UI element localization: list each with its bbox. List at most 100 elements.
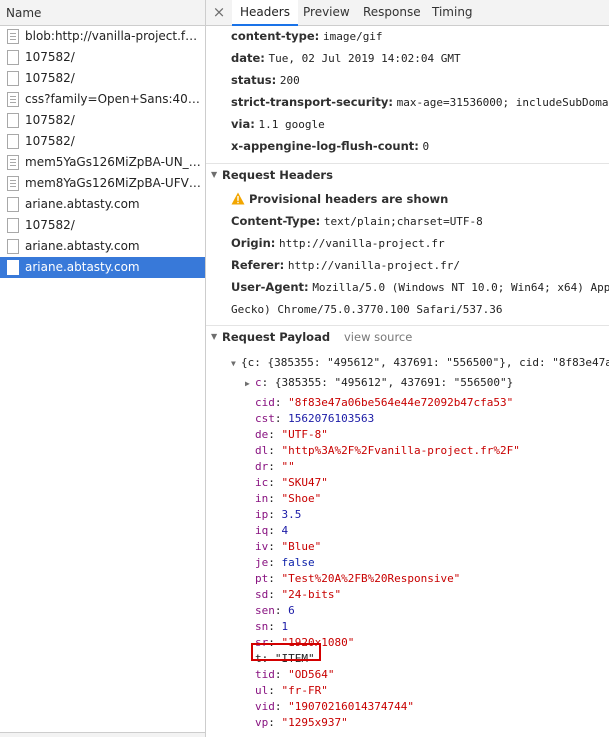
payload-key: iq (255, 524, 269, 537)
header-value: text/plain;charset=UTF-8 (323, 215, 483, 228)
header-key: Referer: (231, 258, 285, 272)
header-value: Gecko) Chrome/75.0.3770.100 Safari/537.3… (231, 303, 503, 316)
request-row[interactable]: 107582/ (0, 131, 205, 152)
file-icon (7, 260, 19, 275)
payload-colon: : (268, 460, 282, 473)
payload-value: 1 (281, 620, 289, 633)
payload-value: "OD564" (288, 668, 335, 681)
header-value: 1.1 google (258, 118, 325, 131)
payload-colon: : (268, 588, 282, 601)
header-value: 200 (279, 74, 300, 87)
request-row[interactable]: ariane.abtasty.com (0, 236, 205, 257)
request-headers-section-header[interactable]: ▼ Request Headers (206, 163, 609, 185)
doc-icon (7, 29, 19, 44)
payload-value: 6 (288, 604, 295, 617)
payload-key: ic (255, 476, 269, 489)
request-header-row: Referer: http://vanilla-project.fr/ (231, 254, 460, 276)
payload-key: c (255, 376, 262, 389)
payload-value: "8f83e47a06be564e44e72092b47cfa53" (288, 396, 514, 409)
payload-colon: : (274, 412, 289, 425)
request-name: 107582/ (25, 218, 75, 232)
doc-icon (7, 92, 19, 107)
payload-field: dr: "" (255, 459, 295, 475)
request-row[interactable]: ariane.abtasty.com (0, 194, 205, 215)
response-header-row: date: Tue, 02 Jul 2019 14:02:04 GMT (231, 47, 461, 69)
payload-colon: : (268, 444, 282, 457)
payload-colon: : (268, 684, 282, 697)
tab-response[interactable]: Response (363, 0, 421, 26)
request-row[interactable]: 107582/ (0, 215, 205, 236)
tab-timing[interactable]: Timing (432, 0, 473, 26)
header-value: Tue, 02 Jul 2019 14:02:04 GMT (268, 52, 461, 65)
request-name: 107582/ (25, 113, 75, 127)
payload-value: "Shoe" (281, 492, 322, 505)
request-row[interactable]: blob:http://vanilla-project.fr/cd... (0, 26, 205, 47)
request-row[interactable]: 107582/ (0, 110, 205, 131)
request-name: css?family=Open+Sans:400,300... (25, 92, 205, 106)
header-value: http://vanilla-project.fr/ (287, 259, 461, 272)
payload-field: vid: "19070216014374744" (255, 699, 414, 715)
request-name: mem5YaGs126MiZpBA-UN_r8O... (25, 155, 205, 169)
payload-colon: : (274, 604, 289, 617)
payload-key: ip (255, 508, 269, 521)
header-value: http://vanilla-project.fr (279, 237, 445, 250)
response-header-row: status: 200 (231, 69, 300, 91)
request-row[interactable]: 107582/ (0, 47, 205, 68)
payload-c-object[interactable]: ▶ c: {385355: "495612", 437691: "556500"} (245, 375, 513, 391)
payload-key: cid (255, 396, 275, 409)
payload-colon: : (268, 476, 282, 489)
payload-key: dr (255, 460, 269, 473)
payload-value: 1562076103563 (288, 412, 375, 425)
warning-icon (231, 192, 245, 205)
header-key: Origin: (231, 236, 276, 250)
collapsed-triangle-icon: ▶ (245, 379, 250, 388)
payload-key: tid (255, 668, 275, 681)
payload-key: je (255, 556, 269, 569)
file-icon (7, 113, 19, 128)
response-header-row: via: 1.1 google (231, 113, 325, 135)
file-icon (7, 239, 19, 254)
tab-preview[interactable]: Preview (303, 0, 350, 26)
request-payload-section-header[interactable]: ▼ Request Payload view source (206, 325, 609, 347)
header-value: Mozilla/5.0 (Windows NT 10.0; Win64; x64… (312, 281, 609, 294)
request-name: mem8YaGs126MiZpBA-UFVZ0b... (25, 176, 205, 190)
payload-key: de (255, 428, 269, 441)
payload-colon: : (268, 524, 282, 537)
section-title: Request Headers (222, 168, 333, 182)
request-row[interactable]: mem5YaGs126MiZpBA-UN_r8O... (0, 152, 205, 173)
header-key: content-type: (231, 29, 320, 43)
header-value: image/gif (322, 30, 383, 43)
view-source-link[interactable]: view source (344, 326, 412, 348)
payload-key: sen (255, 604, 275, 617)
payload-colon: : (268, 620, 282, 633)
request-row[interactable]: mem8YaGs126MiZpBA-UFVZ0b... (0, 173, 205, 194)
close-icon[interactable]: × (211, 4, 227, 21)
request-name: 107582/ (25, 134, 75, 148)
payload-field: dl: "http%3A%2F%2Fvanilla-project.fr%2F" (255, 443, 520, 459)
payload-colon: : (268, 716, 282, 729)
payload-field: iq: 4 (255, 523, 288, 539)
request-row[interactable]: 107582/ (0, 68, 205, 89)
expanded-triangle-icon: ▼ (231, 359, 236, 368)
payload-field: je: false (255, 555, 315, 571)
user-agent-continuation: Gecko) Chrome/75.0.3770.100 Safari/537.3… (231, 298, 503, 320)
payload-colon: : (268, 556, 282, 569)
file-icon (7, 197, 19, 212)
header-key: User-Agent: (231, 280, 309, 294)
header-key: Content-Type: (231, 214, 321, 228)
request-row[interactable]: css?family=Open+Sans:400,300... (0, 89, 205, 110)
payload-value: 3.5 (281, 508, 302, 521)
name-column-header[interactable]: Name (0, 0, 205, 26)
payload-root[interactable]: ▼ {c: {385355: "495612", 437691: "556500"… (231, 355, 609, 371)
section-title: Request Payload (222, 330, 331, 344)
payload-value: {385355: "495612", 437691: "556500"} (274, 376, 514, 389)
request-name: 107582/ (25, 71, 75, 85)
payload-colon: : (268, 492, 282, 505)
request-list: blob:http://vanilla-project.fr/cd... 107… (0, 26, 205, 278)
doc-icon (7, 176, 19, 191)
request-row-selected[interactable]: ariane.abtasty.com (0, 257, 205, 278)
header-value: max-age=31536000; includeSubDomains (396, 96, 609, 109)
tab-headers[interactable]: Headers (232, 0, 298, 26)
payload-field: tid: "OD564" (255, 667, 334, 683)
payload-value: "Blue" (281, 540, 322, 553)
